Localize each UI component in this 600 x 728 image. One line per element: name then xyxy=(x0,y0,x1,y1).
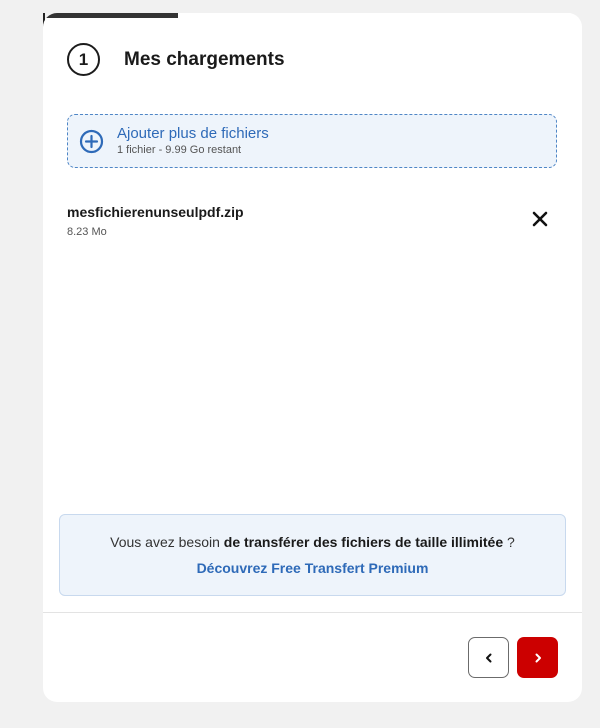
chevron-right-icon xyxy=(535,653,541,662)
file-name: mesfichierenunseulpdf.zip xyxy=(67,204,244,220)
progress-fill xyxy=(43,13,178,18)
footer-divider xyxy=(43,612,582,613)
progress-bar xyxy=(43,13,582,18)
page-title: Mes chargements xyxy=(124,48,285,70)
remaining-space-text: 1 fichier - 9.99 Go restant xyxy=(117,144,242,156)
premium-text-prefix: Vous avez besoin xyxy=(110,534,224,550)
premium-text-bold: de transférer des fichiers de taille ill… xyxy=(223,534,504,550)
remove-file-button[interactable] xyxy=(531,210,549,228)
close-icon xyxy=(532,211,548,227)
premium-link[interactable]: Découvrez Free Transfert Premium xyxy=(197,560,429,576)
step-number: 1 xyxy=(67,43,100,76)
add-files-label: Ajouter plus de fichiers xyxy=(117,125,269,142)
premium-message: Vous avez besoin de transférer des fichi… xyxy=(60,534,565,550)
add-files-text: Ajouter plus de fichiers 1 fichier - 9.9… xyxy=(117,125,269,157)
chevron-left-icon xyxy=(485,653,491,662)
next-button[interactable] xyxy=(517,637,558,678)
plus-circle-icon xyxy=(79,129,104,154)
file-list-item: mesfichierenunseulpdf.zip 8.23 Mo xyxy=(67,204,557,244)
premium-banner: Vous avez besoin de transférer des fichi… xyxy=(59,514,566,596)
add-files-button[interactable]: Ajouter plus de fichiers 1 fichier - 9.9… xyxy=(67,114,557,168)
previous-button[interactable] xyxy=(468,637,509,678)
upload-card: 1 Mes chargements Ajouter plus de fichie… xyxy=(43,13,582,702)
premium-text-suffix: ? xyxy=(503,534,515,550)
step-header: 1 Mes chargements xyxy=(67,43,285,76)
file-size: 8.23 Mo xyxy=(67,226,107,238)
